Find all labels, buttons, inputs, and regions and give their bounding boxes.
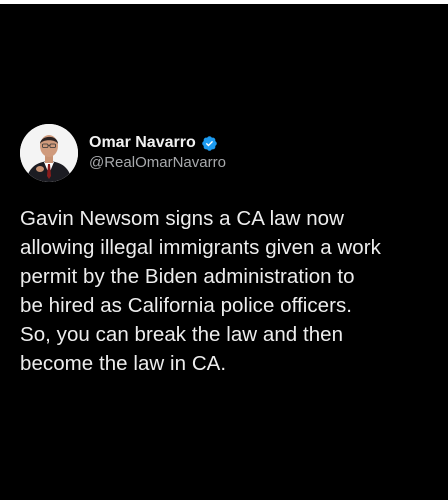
tweet-header: Omar Navarro @RealOmarNavarro [20,124,226,182]
verified-badge-icon [201,135,218,152]
top-border [0,0,448,4]
author-handle[interactable]: @RealOmarNavarro [89,153,226,173]
avatar-photo [20,124,78,182]
author-identity: Omar Navarro @RealOmarNavarro [89,133,226,173]
avatar[interactable] [20,124,78,182]
author-display-name[interactable]: Omar Navarro [89,133,196,153]
tweet-text: Gavin Newsom signs a CA law now allowing… [20,207,381,375]
name-row: Omar Navarro [89,133,226,153]
tweet-screenshot: Omar Navarro @RealOmarNavarro Gavin News… [0,0,448,500]
